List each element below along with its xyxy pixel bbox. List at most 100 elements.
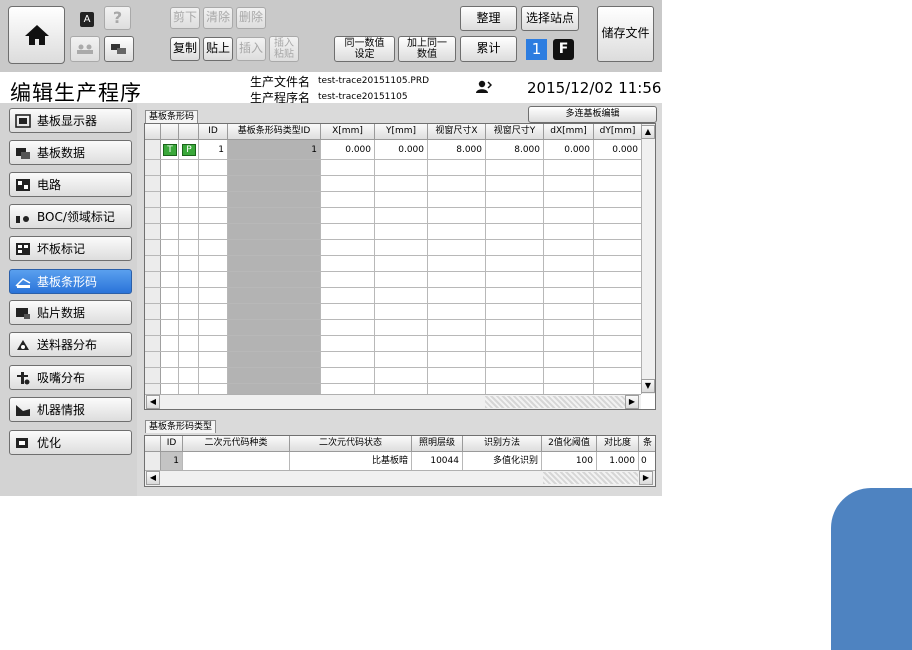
type-cell-contrast[interactable]: 1.000: [597, 454, 638, 469]
scroll-right-icon[interactable]: ▶: [625, 395, 639, 409]
grid-header-window-y[interactable]: 视窗尺寸Y: [486, 124, 544, 140]
paste-button[interactable]: 贴上: [203, 37, 233, 61]
type-cell-threshold[interactable]: 100: [542, 454, 596, 469]
type-cell-state[interactable]: 比基板暗: [290, 454, 411, 469]
operator-icon[interactable]: [476, 80, 492, 94]
grid-hline: [145, 175, 641, 176]
scroll-down-icon[interactable]: ▼: [641, 379, 655, 393]
tab-board-barcode[interactable]: 基板条形码: [145, 110, 199, 123]
type-header-threshold[interactable]: 2值化阈值: [542, 436, 597, 452]
cell-window-y[interactable]: 8.000: [486, 143, 543, 158]
cell-y[interactable]: 0.000: [375, 143, 427, 158]
f-badge[interactable]: F: [553, 39, 574, 60]
scroll-left-icon[interactable]: ◀: [146, 395, 160, 409]
station-number-badge[interactable]: 1: [526, 39, 547, 60]
t-flag[interactable]: T: [163, 144, 177, 156]
multi-board-edit-button[interactable]: 多连基板编辑: [528, 106, 657, 123]
organize-button[interactable]: 整理: [460, 6, 517, 31]
grid-header-dx[interactable]: dX[mm]: [544, 124, 594, 140]
grid-hline: [145, 159, 641, 160]
sidebar-item-placement-data[interactable]: 贴片数据: [9, 300, 132, 325]
type-header-extra[interactable]: 条: [639, 436, 655, 452]
grid-vline: [178, 140, 179, 394]
save-file-button[interactable]: 储存文件: [597, 6, 654, 62]
type-grid-corner: [145, 436, 161, 452]
placement-data-icon: [16, 307, 30, 319]
add-same-value-button[interactable]: 加上同一 数值: [398, 36, 456, 62]
sidebar-item-board-display[interactable]: 基板显示器: [9, 108, 132, 133]
type-header-kind[interactable]: 二次元代码种类: [183, 436, 290, 452]
type-header-contrast[interactable]: 对比度: [597, 436, 639, 452]
grid-header-t: [161, 124, 179, 140]
sidebar-item-circuit[interactable]: 电路: [9, 172, 132, 197]
cell-window-x[interactable]: 8.000: [428, 143, 485, 158]
barcode-grid[interactable]: ID 基板条形码类型ID X[mm] Y[mm] 视窗尺寸X 视窗尺寸Y dX[…: [144, 123, 656, 410]
grid-vline: [485, 140, 486, 394]
copy-button[interactable]: 复制: [170, 37, 200, 61]
type-cell-extra[interactable]: 0: [641, 454, 655, 469]
feeder-icon: [17, 339, 29, 350]
grid-header-x[interactable]: X[mm]: [321, 124, 375, 140]
same-value-set-button[interactable]: 同一数值 设定: [334, 36, 395, 62]
p-flag[interactable]: P: [182, 144, 196, 156]
cell-id[interactable]: 1: [199, 143, 227, 158]
sidebar-item-feeder[interactable]: 送料器分布: [9, 332, 132, 357]
user-switch-button[interactable]: [70, 36, 100, 62]
cumulative-button[interactable]: 累计: [460, 36, 517, 62]
file-name-value: test-trace20151105.PRD: [318, 76, 430, 86]
type-cell-id[interactable]: 1: [161, 454, 182, 469]
datetime: 2015/12/02 11:56: [527, 79, 662, 97]
clear-button[interactable]: 清除: [203, 7, 233, 29]
grid-hline: [145, 287, 641, 288]
transfer-button[interactable]: [104, 36, 134, 62]
transfer-icon: [111, 44, 126, 54]
sidebar-item-nozzle[interactable]: 吸嘴分布: [9, 365, 132, 390]
home-button[interactable]: [8, 6, 65, 64]
grid-hline: [145, 319, 641, 320]
nozzle-icon: [17, 371, 30, 384]
grid-header-y[interactable]: Y[mm]: [375, 124, 428, 140]
machine-info-icon: [16, 404, 30, 416]
delete-button[interactable]: 删除: [236, 7, 266, 29]
toolbar: A ? 剪下 清除 删除 复制 贴上 插入 插入 粘贴 同一数值 设定 加上同一…: [0, 0, 662, 72]
insert-paste-button[interactable]: 插入 粘贴: [269, 36, 299, 62]
type-cell-method[interactable]: 多值化识别: [463, 454, 541, 469]
insert-button[interactable]: 插入: [236, 37, 266, 61]
sidebar-item-boc-mark[interactable]: BOC/领域标记: [9, 204, 132, 229]
type-header-state[interactable]: 二次元代码状态: [290, 436, 412, 452]
type-cell-light[interactable]: 10044: [412, 454, 462, 469]
cell-dy[interactable]: 0.000: [594, 143, 641, 158]
select-station-button[interactable]: 选择站点: [521, 6, 579, 31]
type-header-id[interactable]: ID: [161, 436, 183, 452]
a-icon[interactable]: A: [76, 9, 98, 29]
barcode-type-grid[interactable]: ID 二次元代码种类 二次元代码状态 照明层级 识别方法 2值化阈值 对比度 条…: [144, 435, 656, 487]
grid-header-type-id[interactable]: 基板条形码类型ID: [228, 124, 321, 140]
cell-type-id[interactable]: 1: [228, 143, 320, 158]
type-header-method[interactable]: 识别方法: [463, 436, 542, 452]
sidebar-item-optimize[interactable]: 优化: [9, 430, 132, 455]
scroll-up-icon[interactable]: ▲: [641, 125, 655, 139]
board-data-icon: [16, 147, 30, 159]
grid-hline: [145, 191, 641, 192]
grid-hline: [145, 207, 641, 208]
type-cell-kind[interactable]: [183, 454, 289, 469]
grid-header-dy[interactable]: dY[mm]: [594, 124, 642, 140]
sidebar-item-barcode[interactable]: 基板条形码: [9, 269, 132, 294]
help-button[interactable]: ?: [104, 6, 131, 30]
cell-x[interactable]: 0.000: [321, 143, 374, 158]
sidebar-item-machine-info[interactable]: 机器情报: [9, 397, 132, 422]
sidebar: 基板显示器 基板数据 电路 BOC/领域标记 坏板标记 基板条形码 贴片数据 送…: [0, 103, 137, 496]
grid-header-id[interactable]: ID: [199, 124, 228, 140]
type-header-light[interactable]: 照明层级: [412, 436, 463, 452]
type-scroll-right-icon[interactable]: ▶: [639, 471, 653, 485]
sidebar-item-bad-board[interactable]: 坏板标记: [9, 236, 132, 261]
cut-button[interactable]: 剪下: [170, 7, 200, 29]
type-scroll-left-icon[interactable]: ◀: [146, 471, 160, 485]
tab-barcode-type[interactable]: 基板条形码类型: [145, 420, 217, 433]
sidebar-item-board-data[interactable]: 基板数据: [9, 140, 132, 165]
vertical-scrollbar[interactable]: [641, 124, 655, 394]
cell-dx[interactable]: 0.000: [544, 143, 593, 158]
home-icon: [24, 25, 49, 45]
barcode-icon: [15, 277, 31, 288]
grid-header-window-x[interactable]: 视窗尺寸X: [428, 124, 486, 140]
